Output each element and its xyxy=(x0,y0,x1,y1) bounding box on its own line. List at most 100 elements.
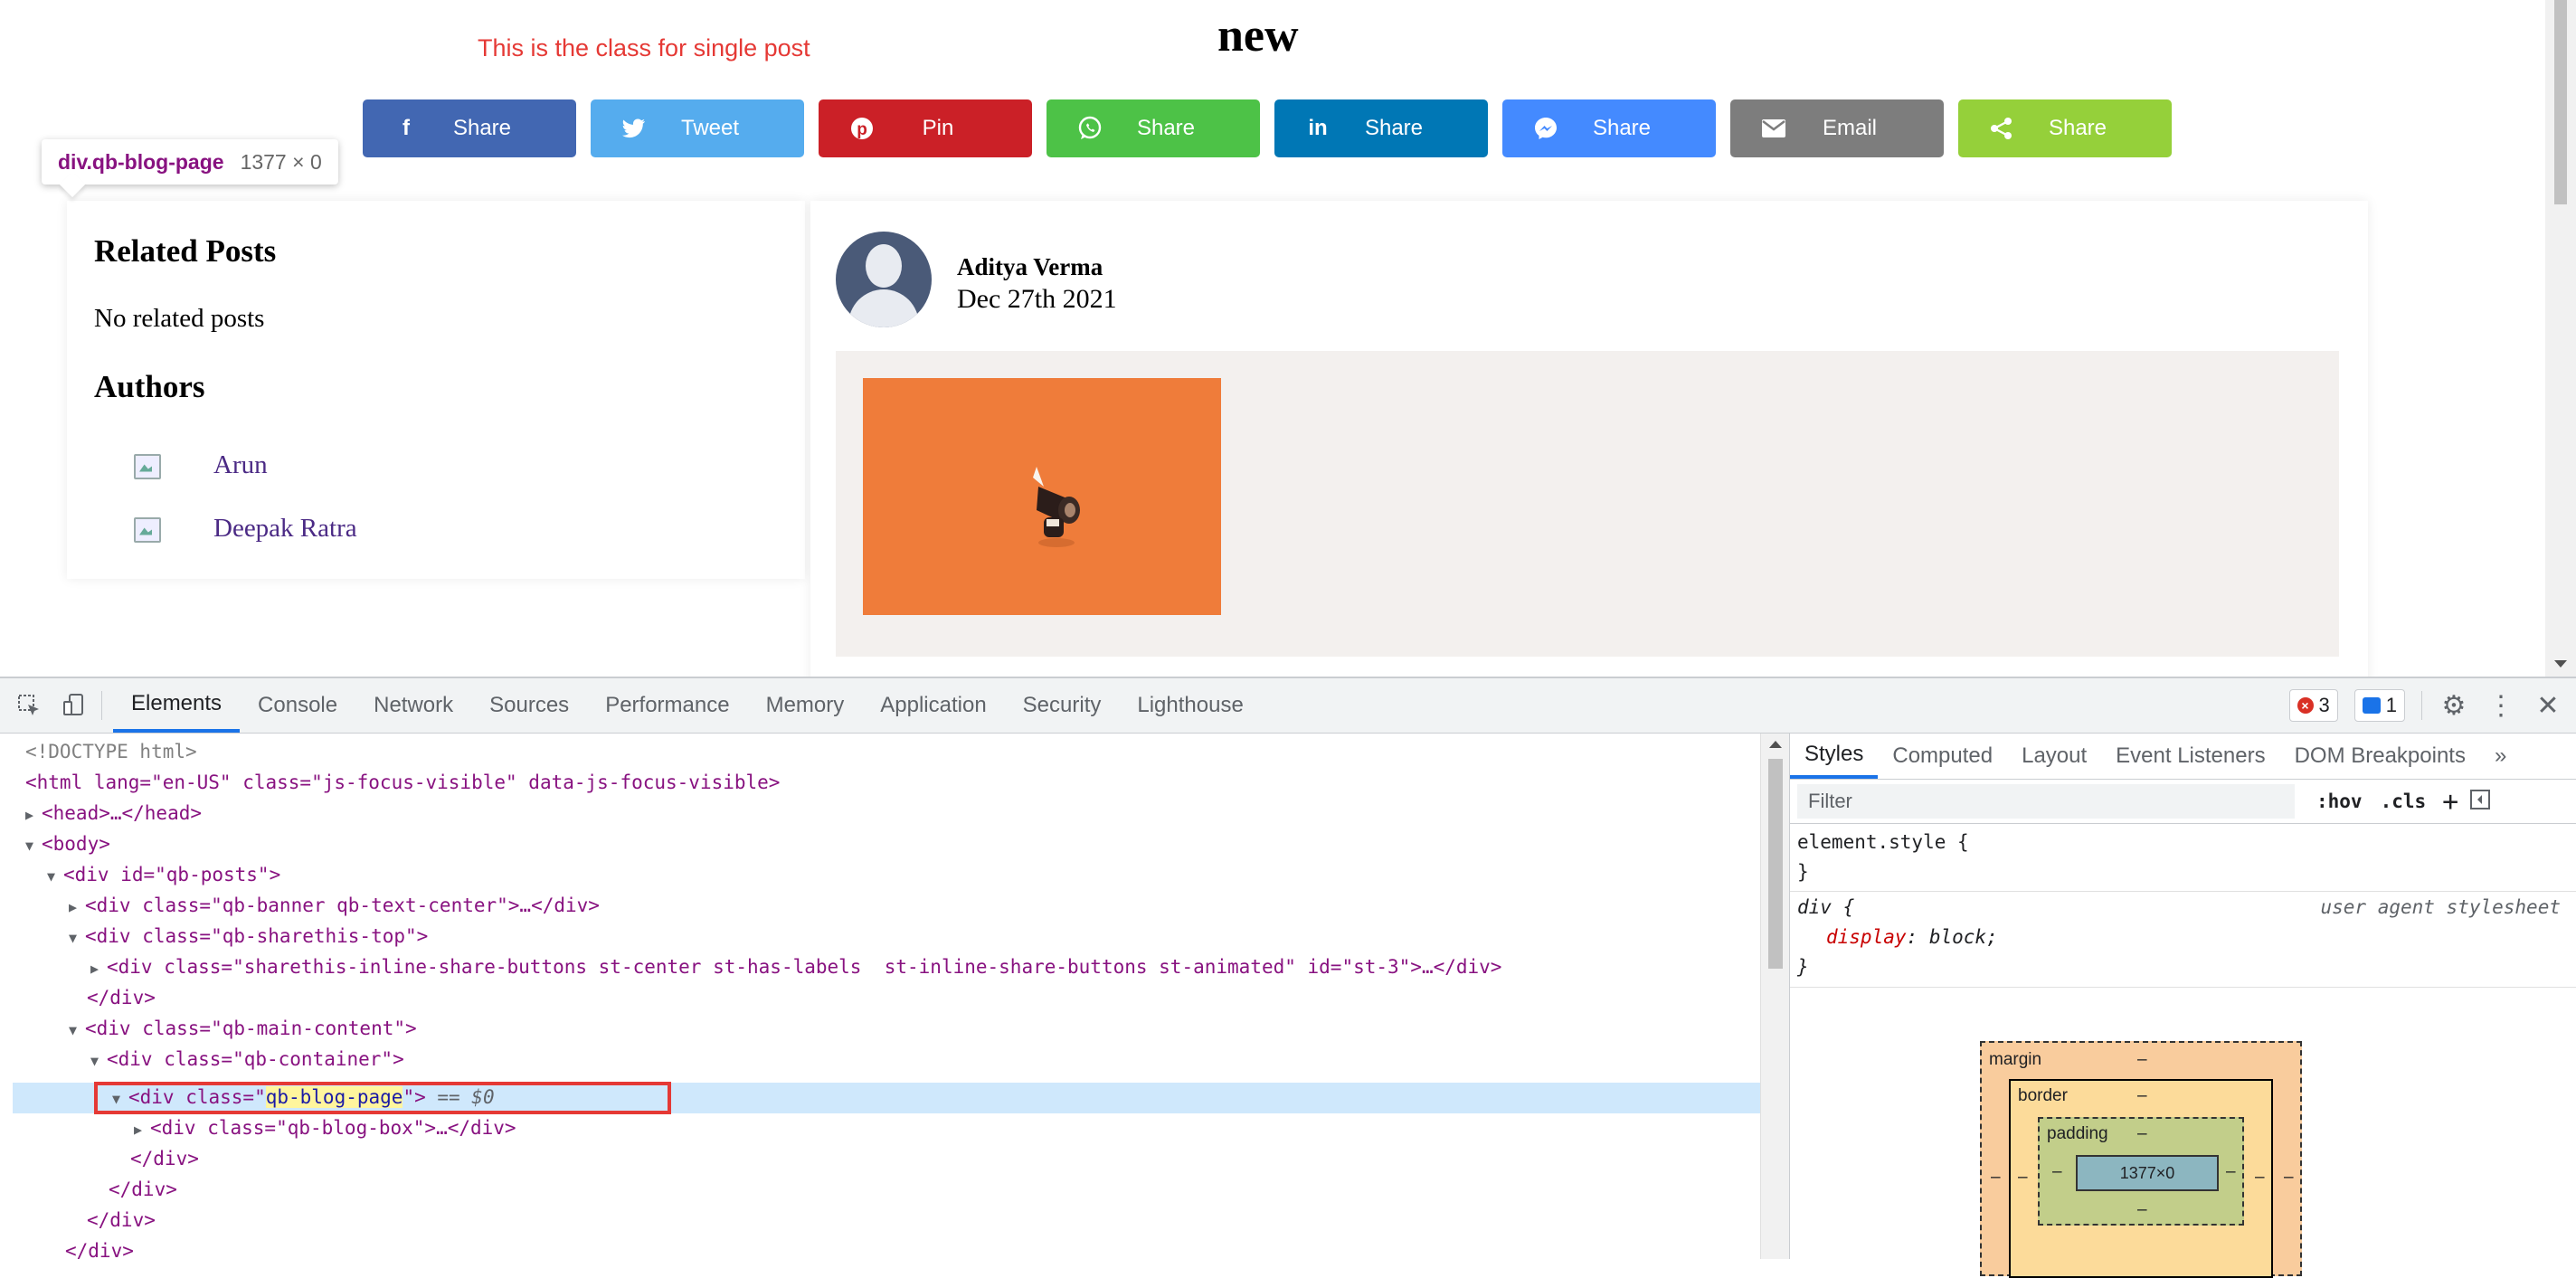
pin-label: Pin xyxy=(922,116,954,140)
rule-property-name: display xyxy=(1826,926,1907,948)
email-share-button[interactable]: Email xyxy=(1730,99,1944,157)
broken-image-icon xyxy=(132,452,163,479)
margin-label: margin xyxy=(1989,1050,2042,1069)
dom-node-body[interactable]: ▼ <body> xyxy=(25,829,110,859)
message-icon xyxy=(2362,697,2381,714)
rule-close-brace: } xyxy=(1797,861,1809,883)
dom-node-close-div[interactable]: </div> xyxy=(65,1236,134,1259)
dom-node-qb-blog-box[interactable]: ▶ <div class="qb-blog-box">…</div> xyxy=(134,1113,516,1143)
messenger-icon xyxy=(1533,116,1558,141)
tab-event-listeners[interactable]: Event Listeners xyxy=(2101,734,2279,779)
error-count-badge[interactable]: × 3 xyxy=(2288,689,2338,722)
dom-node-qb-banner[interactable]: ▶ <div class="qb-banner qb-text-center">…… xyxy=(69,891,600,921)
dom-node-doctype[interactable]: <!DOCTYPE html> xyxy=(25,737,197,767)
dom-node-qb-container[interactable]: ▼ <div class="qb-container"> xyxy=(90,1045,404,1074)
settings-gear-icon[interactable]: ⚙ xyxy=(2439,690,2469,722)
messenger-share-button[interactable]: Share xyxy=(1502,99,1716,157)
dom-tree-panel: <!DOCTYPE html> <html lang="en-US" class… xyxy=(0,734,1789,1259)
element-style-rule[interactable]: element.style { } xyxy=(1790,828,2576,887)
share-label: Share xyxy=(1592,116,1652,140)
inspect-element-icon[interactable] xyxy=(13,689,45,722)
dom-node-head[interactable]: ▶ <head>…</head> xyxy=(25,799,202,828)
linkedin-share-button[interactable]: in Share xyxy=(1274,99,1488,157)
page-scrollbar[interactable] xyxy=(2545,0,2576,677)
new-rule-plus-icon[interactable]: + xyxy=(2442,786,2458,818)
more-tabs-chevron-icon[interactable]: » xyxy=(2480,734,2521,779)
author-item[interactable]: Arun xyxy=(132,450,268,480)
featured-image-container xyxy=(836,351,2339,657)
author-link[interactable]: Deepak Ratra xyxy=(213,514,357,544)
facebook-icon: f xyxy=(402,116,410,140)
pinterest-share-button[interactable]: p Pin xyxy=(819,99,1032,157)
dom-node-inline-share-buttons[interactable]: ▶ <div class="sharethis-inline-share-butt… xyxy=(90,952,1501,982)
author-link[interactable]: Arun xyxy=(213,450,268,480)
dom-node-close-div[interactable]: </div> xyxy=(87,983,156,1013)
tab-layout[interactable]: Layout xyxy=(2007,734,2101,779)
box-model-content: 1377×0 xyxy=(2076,1155,2219,1191)
svg-text:p: p xyxy=(857,120,867,139)
hov-toggle[interactable]: :hov xyxy=(2316,790,2363,812)
share-label: Share xyxy=(2048,116,2107,140)
tab-security[interactable]: Security xyxy=(1005,678,1120,733)
message-count-badge[interactable]: 1 xyxy=(2353,689,2405,722)
expanded-triangle-icon: ▼ xyxy=(69,1022,78,1038)
tab-console[interactable]: Console xyxy=(240,678,355,733)
selected-node-annotation-box xyxy=(94,1082,671,1114)
whatsapp-share-button[interactable]: Share xyxy=(1046,99,1260,157)
devtools-toolbar-right: × 3 1 ⚙ ⋮ ✕ xyxy=(2288,678,2564,733)
tab-lighthouse[interactable]: Lighthouse xyxy=(1119,678,1261,733)
email-label: Email xyxy=(1822,116,1877,140)
border-right-value: – xyxy=(2255,1168,2265,1187)
tab-memory[interactable]: Memory xyxy=(748,678,863,733)
tooltip-dimensions: 1377 × 0 xyxy=(240,149,322,174)
dom-node-main-content[interactable]: ▼ <div class="qb-main-content"> xyxy=(69,1014,417,1044)
tab-network[interactable]: Network xyxy=(355,678,471,733)
broken-image-icon xyxy=(132,516,163,543)
share-label: Share xyxy=(452,116,512,140)
dom-node-qb-posts[interactable]: ▼ <div id="qb-posts"> xyxy=(47,860,280,890)
styles-subtabs: Styles Computed Layout Event Listeners D… xyxy=(1790,734,2576,780)
message-count: 1 xyxy=(2385,694,2397,716)
tab-elements[interactable]: Elements xyxy=(113,678,241,733)
padding-left-value: – xyxy=(2052,1162,2062,1181)
more-options-icon[interactable]: ⋮ xyxy=(2486,690,2516,722)
user-agent-div-rule[interactable]: div { display: block; } user agent style… xyxy=(1790,893,2576,982)
close-devtools-icon[interactable]: ✕ xyxy=(2533,690,2563,722)
rule-close-brace: } xyxy=(1797,956,1809,978)
collapsed-triangle-icon: ▶ xyxy=(25,807,34,823)
author-avatar xyxy=(836,232,932,327)
dom-node-sharethis-top[interactable]: ▼ <div class="qb-sharethis-top"> xyxy=(69,922,428,951)
dom-node-close-div[interactable]: </div> xyxy=(130,1144,199,1174)
dom-node-close-div[interactable]: </div> xyxy=(109,1175,177,1205)
dom-node-close-div[interactable]: </div> xyxy=(87,1206,156,1235)
tab-performance[interactable]: Performance xyxy=(587,678,747,733)
device-toggle-icon[interactable] xyxy=(58,689,90,722)
styles-filter-input[interactable]: Filter xyxy=(1797,784,2295,819)
whatsapp-icon xyxy=(1077,116,1103,141)
toggle-sidebar-icon[interactable] xyxy=(2469,789,2491,815)
box-model-diagram: margin – – – border – – – padding – – – … xyxy=(1980,1041,2302,1278)
tab-styles[interactable]: Styles xyxy=(1790,734,1879,779)
post-author-name: Aditya Verma xyxy=(957,253,1103,280)
tab-application[interactable]: Application xyxy=(862,678,1004,733)
tab-computed[interactable]: Computed xyxy=(1878,734,2007,779)
tab-dom-breakpoints[interactable]: DOM Breakpoints xyxy=(2280,734,2480,779)
share-bar: f Share Tweet p Pin Share in Share Share… xyxy=(363,99,2172,157)
dom-node-html[interactable]: <html lang="en-US" class="js-focus-visib… xyxy=(25,768,780,798)
margin-top-value: – xyxy=(2137,1050,2147,1069)
collapsed-triangle-icon: ▶ xyxy=(134,1122,143,1138)
featured-image xyxy=(863,378,1221,615)
element-inspect-tooltip: div.qb-blog-page 1377 × 0 xyxy=(42,139,338,185)
dom-tree-scrollbar[interactable] xyxy=(1760,734,1789,1259)
generic-share-button[interactable]: Share xyxy=(1958,99,2172,157)
cls-toggle[interactable]: .cls xyxy=(2381,790,2427,812)
devtools-toolbar: Elements Console Network Sources Perform… xyxy=(0,678,2576,734)
collapsed-triangle-icon: ▶ xyxy=(69,899,78,915)
related-posts-heading: Related Posts xyxy=(94,233,277,269)
author-item[interactable]: Deepak Ratra xyxy=(132,514,357,544)
facebook-share-button[interactable]: f Share xyxy=(363,99,576,157)
expanded-triangle-icon: ▼ xyxy=(25,838,34,854)
twitter-share-button[interactable]: Tweet xyxy=(591,99,804,157)
page-title: new xyxy=(1217,10,1299,62)
tab-sources[interactable]: Sources xyxy=(471,678,587,733)
